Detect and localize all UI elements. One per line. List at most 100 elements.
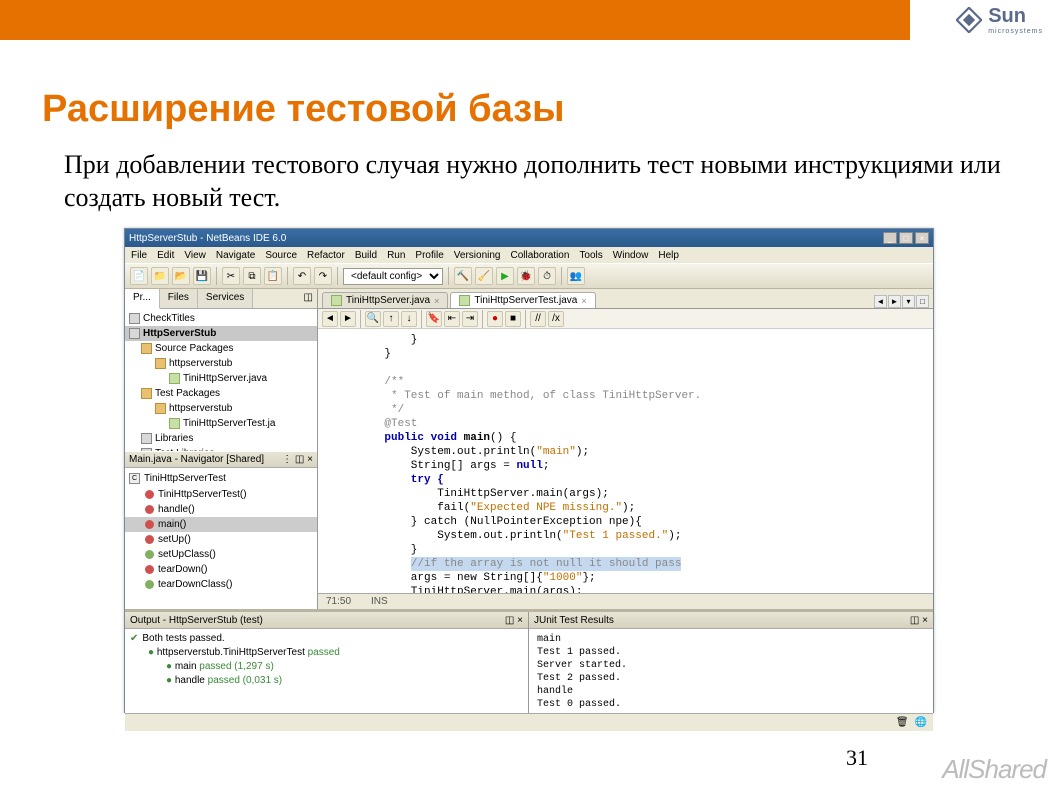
close-button[interactable]: × (915, 232, 929, 244)
collab-icon[interactable]: 👥 (567, 267, 585, 285)
next-icon[interactable]: ↓ (401, 311, 417, 327)
tree-item[interactable]: Test Packages (125, 386, 317, 401)
output-row[interactable]: ● handle passed (0,031 s) (130, 674, 523, 688)
save-all-icon[interactable]: 💾 (193, 267, 211, 285)
menu-tools[interactable]: Tools (579, 250, 602, 261)
copy-icon[interactable]: ⧉ (243, 267, 261, 285)
forward-icon[interactable]: ► (340, 311, 356, 327)
menu-window[interactable]: Window (613, 250, 649, 261)
status-net-icon[interactable]: 🌐 (915, 717, 927, 728)
config-select[interactable]: <default config> (343, 268, 443, 285)
tree-item[interactable]: HttpServerStub (125, 326, 317, 341)
shift-right-icon[interactable]: ⇥ (462, 311, 478, 327)
tree-item[interactable]: TiniHttpServerTest.ja (125, 416, 317, 431)
tab-right-icon[interactable]: ► (888, 295, 901, 308)
panel-controls[interactable]: ◫ × (505, 615, 523, 626)
new-project-icon[interactable]: 📁 (151, 267, 169, 285)
menu-edit[interactable]: Edit (157, 250, 174, 261)
macro-rec-icon[interactable]: ● (487, 311, 503, 327)
menu-profile[interactable]: Profile (415, 250, 443, 261)
output-row[interactable]: ● httpserverstub.TiniHttpServerTest pass… (130, 646, 523, 660)
navigator-header: Main.java - Navigator [Shared] ⋮ ◫ × (125, 451, 317, 468)
tab-files[interactable]: Files (160, 289, 198, 308)
tree-item[interactable]: httpserverstub (125, 401, 317, 416)
project-tree[interactable]: CheckTitlesHttpServerStubSource Packages… (125, 309, 317, 451)
maximize-button[interactable]: □ (899, 232, 913, 244)
build-icon[interactable]: 🔨 (454, 267, 472, 285)
nav-item[interactable]: setUp() (125, 532, 317, 547)
menu-versioning[interactable]: Versioning (454, 250, 501, 261)
nav-item[interactable]: main() (125, 517, 317, 532)
debug-icon[interactable]: 🐞 (517, 267, 535, 285)
navigator-controls[interactable]: ⋮ ◫ × (282, 454, 313, 465)
open-icon[interactable]: 📂 (172, 267, 190, 285)
tab-left-icon[interactable]: ◄ (874, 295, 887, 308)
pkg-icon (141, 343, 152, 354)
menu-run[interactable]: Run (387, 250, 405, 261)
back-icon[interactable]: ◄ (322, 311, 338, 327)
minimize-button[interactable]: _ (883, 232, 897, 244)
macro-stop-icon[interactable]: ■ (505, 311, 521, 327)
editor-tab-2[interactable]: TiniHttpServerTest.java× (450, 292, 595, 308)
junit-body[interactable]: mainTest 1 passed.Server started.Test 2 … (529, 629, 933, 713)
tree-label: HttpServerStub (143, 326, 216, 341)
profile-icon[interactable]: ⏱ (538, 267, 556, 285)
output-body[interactable]: ✔Both tests passed. ● httpserverstub.Tin… (125, 629, 528, 713)
status-gc-icon[interactable]: 🗑 (896, 717, 909, 728)
bookmark-icon[interactable]: 🔖 (426, 311, 442, 327)
undo-icon[interactable]: ↶ (293, 267, 311, 285)
nav-label: handle() (158, 502, 195, 517)
clean-build-icon[interactable]: 🧹 (475, 267, 493, 285)
uncomment-icon[interactable]: /x (548, 311, 564, 327)
main-toolbar: 📄 📁 📂 💾 ✂ ⧉ 📋 ↶ ↷ <default config> 🔨 🧹 ▶… (125, 263, 933, 289)
editor-tab-1[interactable]: TiniHttpServer.java× (322, 292, 448, 308)
menu-file[interactable]: File (131, 250, 147, 261)
panel-controls[interactable]: ◫ × (910, 615, 928, 626)
comment-icon[interactable]: // (530, 311, 546, 327)
menu-navigate[interactable]: Navigate (216, 250, 255, 261)
menu-source[interactable]: Source (265, 250, 297, 261)
tab-services[interactable]: Services (198, 289, 253, 308)
paste-icon[interactable]: 📋 (264, 267, 282, 285)
close-icon[interactable]: × (581, 296, 586, 306)
junit-line: Test 0 passed. (537, 698, 925, 711)
slide-text: При добавлении тестового случая нужно до… (64, 149, 1018, 214)
nav-item[interactable]: tearDown() (125, 562, 317, 577)
prev-icon[interactable]: ↑ (383, 311, 399, 327)
run-icon[interactable]: ▶ (496, 267, 514, 285)
panel-dock-icon[interactable]: ◫ (300, 289, 317, 308)
menu-view[interactable]: View (184, 250, 206, 261)
tree-item[interactable]: Libraries (125, 431, 317, 446)
menu-help[interactable]: Help (658, 250, 679, 261)
cut-icon[interactable]: ✂ (222, 267, 240, 285)
tab-list-icon[interactable]: ▾ (902, 295, 915, 308)
tree-item[interactable]: httpserverstub (125, 356, 317, 371)
method-icon (145, 550, 154, 559)
tab-max-icon[interactable]: □ (916, 295, 929, 308)
code-editor[interactable]: } } /** * Test of main method, of class … (318, 329, 933, 593)
nav-class: TiniHttpServerTest (144, 471, 226, 486)
brand-name: Sun (988, 5, 1043, 28)
nav-item[interactable]: setUpClass() (125, 547, 317, 562)
output-row[interactable]: ● main passed (1,297 s) (130, 660, 523, 674)
tree-item[interactable]: CheckTitles (125, 311, 317, 326)
shift-left-icon[interactable]: ⇤ (444, 311, 460, 327)
nav-item[interactable]: tearDownClass() (125, 577, 317, 592)
navigator-body[interactable]: CTiniHttpServerTest TiniHttpServerTest()… (125, 468, 317, 610)
tab-projects[interactable]: Pr... (125, 289, 160, 309)
menu-refactor[interactable]: Refactor (307, 250, 345, 261)
java-icon (331, 295, 342, 306)
tree-item[interactable]: TiniHttpServer.java (125, 371, 317, 386)
nav-item[interactable]: TiniHttpServerTest() (125, 487, 317, 502)
menu-build[interactable]: Build (355, 250, 377, 261)
menu-collaboration[interactable]: Collaboration (510, 250, 569, 261)
pkg-icon (141, 388, 152, 399)
find-icon[interactable]: 🔍 (365, 311, 381, 327)
redo-icon[interactable]: ↷ (314, 267, 332, 285)
tree-item[interactable]: Source Packages (125, 341, 317, 356)
new-file-icon[interactable]: 📄 (130, 267, 148, 285)
nav-item[interactable]: handle() (125, 502, 317, 517)
close-icon[interactable]: × (434, 296, 439, 306)
insert-mode: INS (371, 596, 388, 607)
pass-icon: ✔ (130, 632, 138, 646)
